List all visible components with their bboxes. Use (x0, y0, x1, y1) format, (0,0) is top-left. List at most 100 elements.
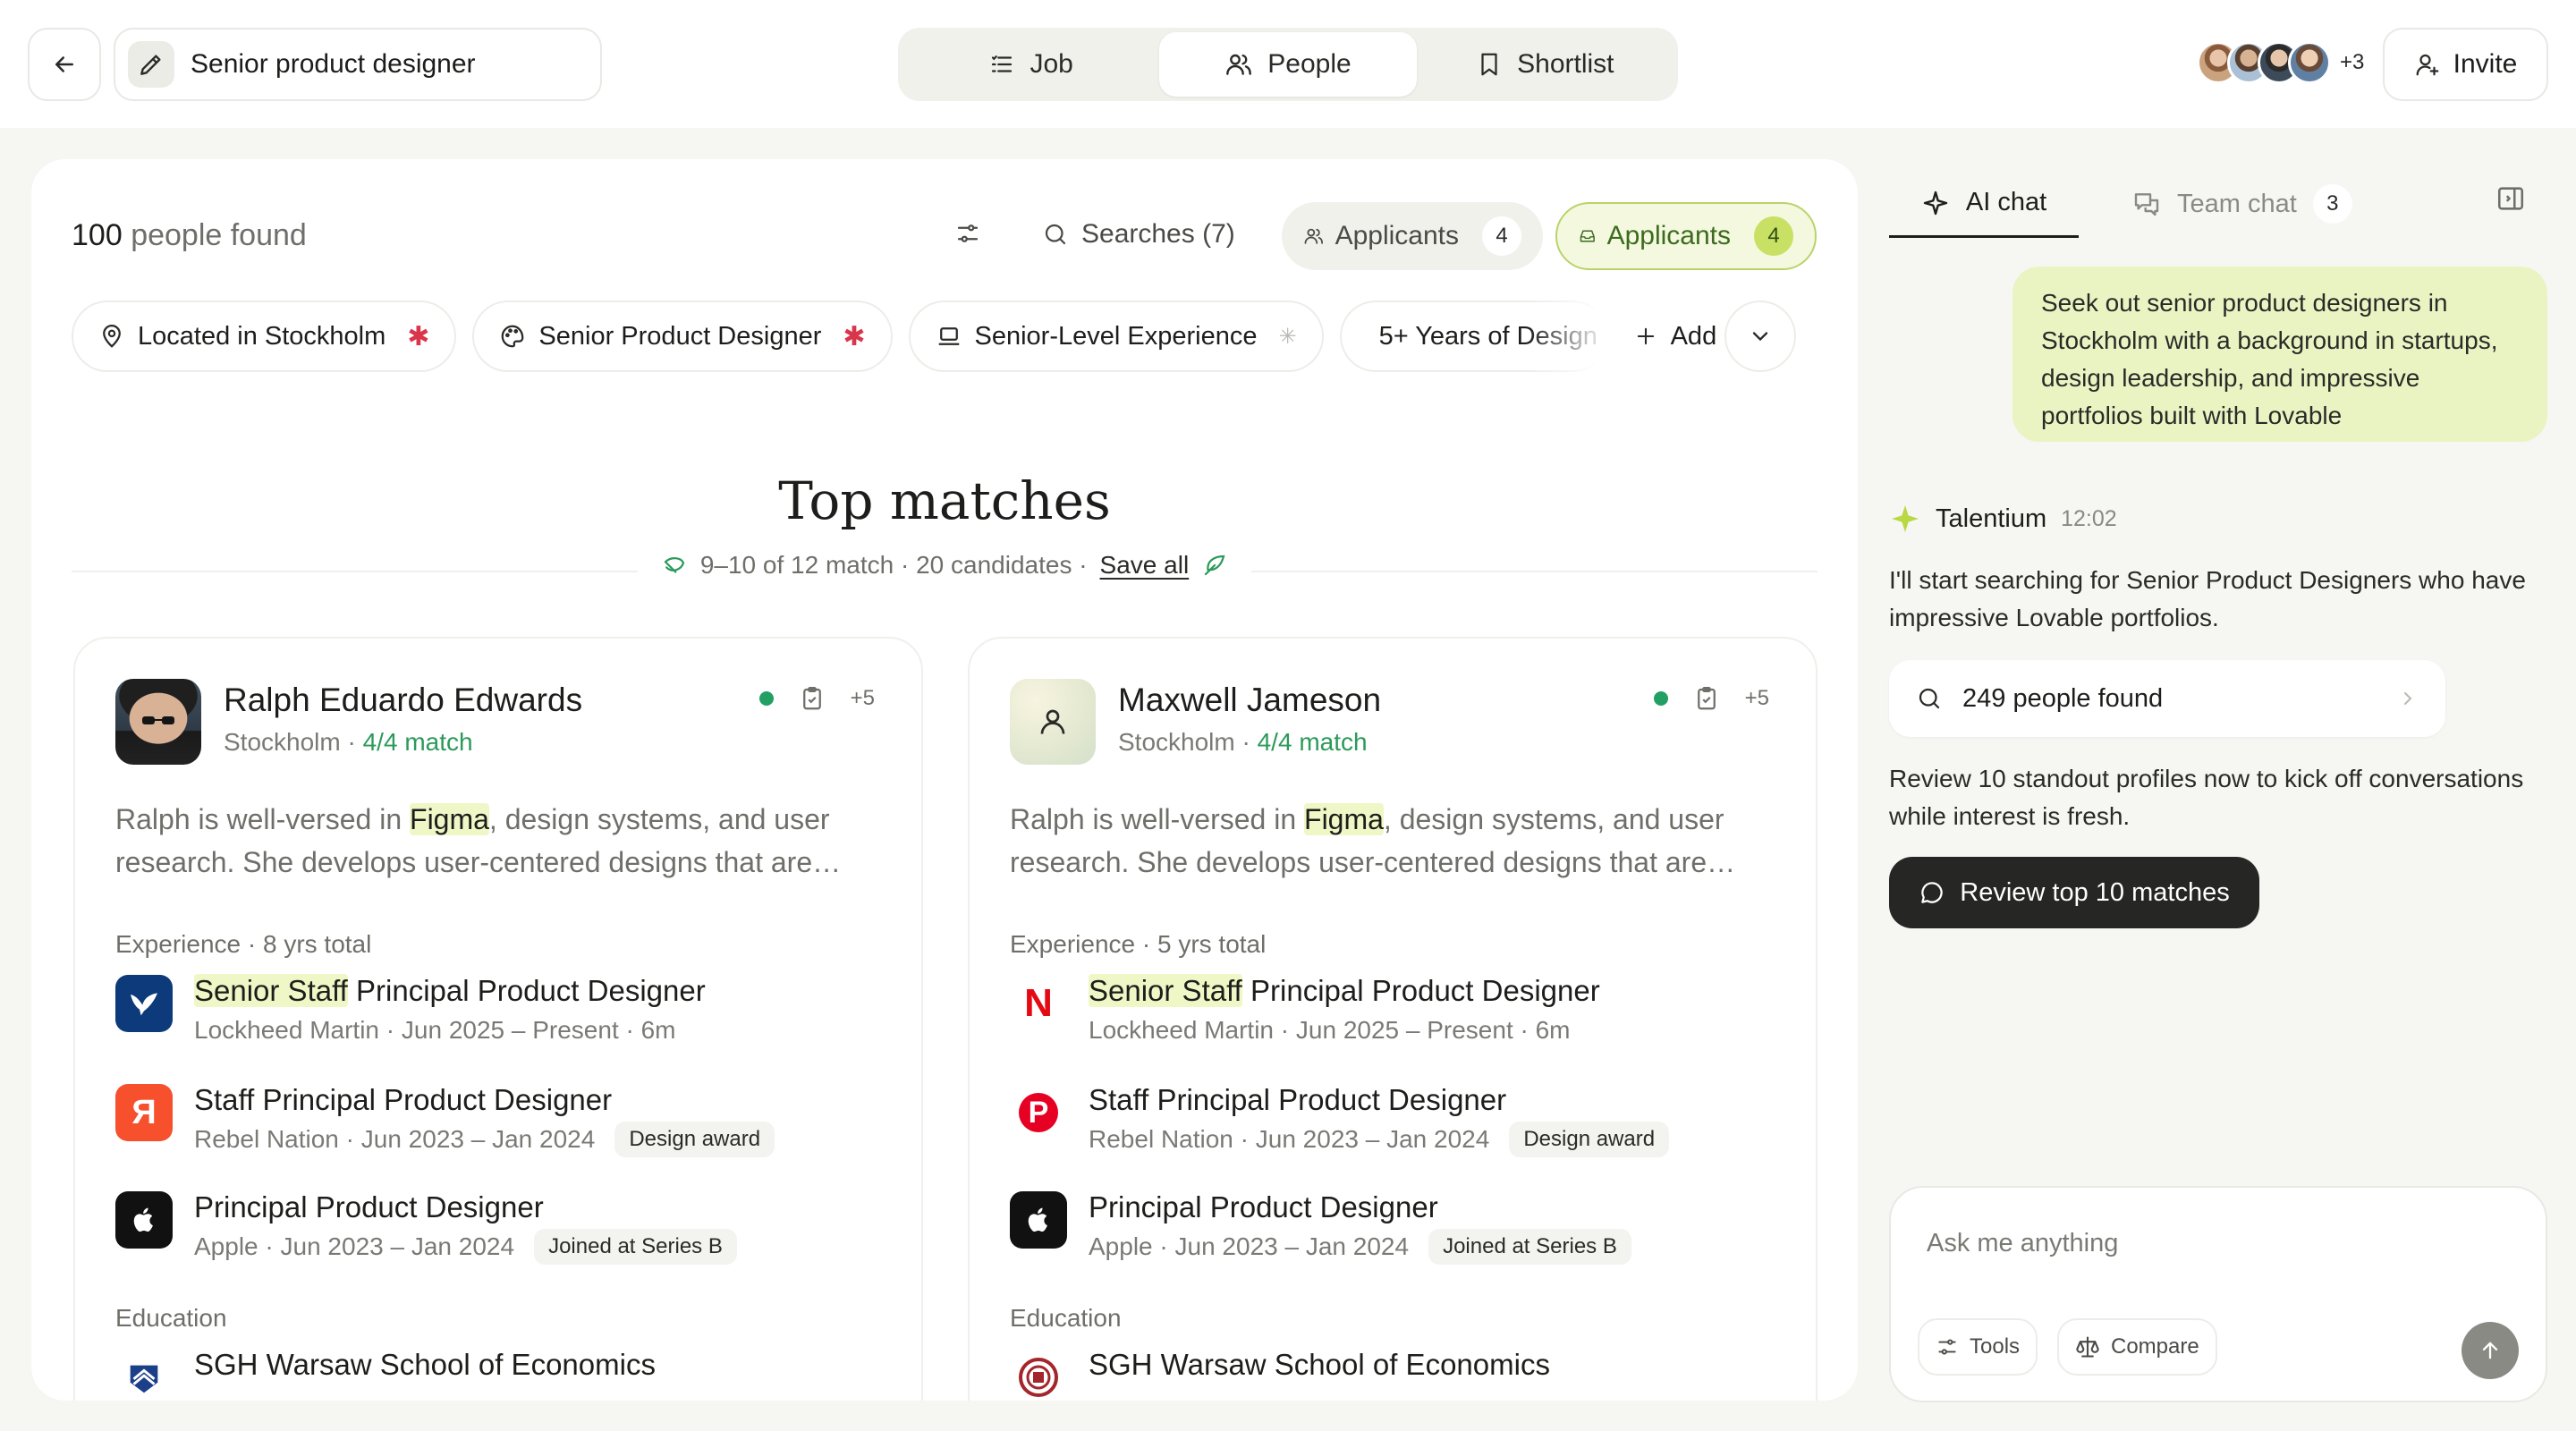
sliders-icon (1938, 1339, 1956, 1355)
invite-label: Invite (2453, 49, 2518, 79)
plus-icon (1637, 327, 1654, 345)
searches-label: Searches (7) (1081, 219, 1235, 249)
experience-title: Principal Product Designer (1089, 1190, 1438, 1224)
main-tabs: Job People Shortlist (898, 28, 1678, 101)
candidate-photo (115, 679, 201, 765)
candidate-card[interactable]: Ralph Eduardo Edwards Stockholm · 4/4 ma… (73, 637, 923, 1401)
add-filter-button[interactable]: Add (1624, 301, 1726, 372)
tools-button[interactable]: Tools (1918, 1318, 2038, 1376)
applicants-count: 4 (1482, 216, 1521, 256)
tab-team-chat-label: Team chat (2177, 189, 2297, 218)
bot-message-2: Review 10 standout profiles now to kick … (1889, 765, 2524, 830)
optional-icon: ✳ (1278, 324, 1297, 349)
leaf-icon (664, 557, 685, 573)
collapse-panel-button[interactable] (2496, 183, 2526, 221)
chip-seniority[interactable]: Senior-Level Experience ✳ (908, 301, 1324, 372)
education-item: SGH Warsaw School of Economics (115, 1345, 656, 1401)
clipboard-icon[interactable] (799, 685, 826, 712)
experience-tag: Joined at Series B (534, 1229, 737, 1265)
tab-job[interactable]: Job (902, 32, 1159, 97)
chat-bubble-icon (1921, 882, 1943, 903)
filter-chips: Located in Stockholm ✱ Senior Product De… (72, 301, 1725, 372)
invite-button[interactable]: Invite (2383, 28, 2548, 101)
online-status-dot (758, 691, 774, 706)
tab-team-chat[interactable]: Team chat 3 (2132, 170, 2352, 238)
applicants-inbox-button[interactable]: Applicants 4 (1555, 202, 1817, 270)
bot-name: Talentium (1936, 504, 2047, 533)
avatars-more-count: +3 (2340, 50, 2365, 74)
matches-meta-text: 9–10 of 12 match · 20 candidates · (699, 551, 1088, 579)
candidate-name[interactable]: Ralph Eduardo Edwards (224, 682, 582, 719)
expand-filters-button[interactable] (1724, 301, 1796, 372)
tab-people[interactable]: People (1159, 32, 1417, 97)
experience-header: Experience · 5 yrs total (1010, 930, 1267, 958)
chip-role-label: Senior Product Designer (538, 321, 822, 351)
compare-label: Compare (2111, 1334, 2199, 1359)
experience-item: P Staff Principal Product Designer Rebel… (1010, 1080, 1670, 1159)
back-button[interactable] (28, 28, 101, 101)
people-icon (1226, 54, 1252, 75)
experience-item: Senior Staff Principal Product Designer … (115, 971, 706, 1050)
apple-logo-icon (115, 1191, 173, 1249)
education-item: SGH Warsaw School of Economics (1010, 1345, 1550, 1401)
chat-composer[interactable]: Ask me anything Tools Compare (1889, 1186, 2547, 1402)
searches-button[interactable]: Searches (7) (1042, 207, 1235, 261)
bot-timestamp: 12:02 (2061, 505, 2117, 531)
candidate-city: Stockholm (1118, 728, 1235, 756)
review-matches-button[interactable]: Review top 10 matches (1889, 857, 2259, 928)
more-count[interactable]: +5 (1745, 686, 1769, 711)
chip-role[interactable]: Senior Product Designer ✱ (472, 301, 893, 372)
pinterest-logo-icon: P (1010, 1084, 1067, 1141)
school-logo-icon (1010, 1349, 1067, 1401)
tab-shortlist[interactable]: Shortlist (1417, 32, 1674, 97)
applicants-label: Applicants (1335, 221, 1459, 250)
experience-title: Staff Principal Product Designer (1089, 1083, 1507, 1116)
review-matches-label: Review top 10 matches (1960, 877, 2230, 907)
experience-title-highlight: Senior Staff (194, 974, 348, 1007)
clipboard-icon[interactable] (1693, 685, 1720, 712)
results-count: 100 people found (72, 218, 307, 253)
experience-item: N Senior Staff Principal Product Designe… (1010, 971, 1600, 1050)
experience-meta: Lockheed Martin · Jun 2025 – Present · 6… (194, 1016, 676, 1044)
experience-meta: Rebel Nation · Jun 2023 – Jan 2024 (1089, 1125, 1490, 1153)
inbox-icon (1580, 230, 1595, 242)
more-count[interactable]: +5 (851, 686, 875, 711)
leaf-icon (1205, 555, 1225, 576)
matches-meta: 9–10 of 12 match · 20 candidates · Save … (31, 551, 1858, 580)
job-selector[interactable]: Senior product designer (114, 28, 602, 101)
experience-tag: Design award (614, 1122, 775, 1157)
netflix-logo-icon: N (1024, 981, 1053, 1025)
palette-icon (502, 325, 524, 348)
save-all-link[interactable]: Save all (1100, 551, 1190, 580)
search-result-label: 249 people found (1962, 683, 2164, 713)
chevron-down-icon (1752, 332, 1768, 342)
chat-tabs: AI chat Team chat 3 (1889, 170, 2547, 238)
experience-header: Experience · 8 yrs total (115, 930, 372, 958)
experience-title-highlight: Senior Staff (1089, 974, 1242, 1007)
experience-tag: Design award (1509, 1122, 1670, 1157)
chat-input[interactable]: Ask me anything (1927, 1229, 2118, 1258)
candidate-name[interactable]: Maxwell Jameson (1118, 682, 1381, 719)
candidate-card[interactable]: Maxwell Jameson Stockholm · 4/4 match +5… (968, 637, 1818, 1401)
send-button[interactable] (2462, 1322, 2519, 1379)
team-chat-count: 3 (2312, 184, 2352, 224)
chip-experience[interactable]: 5+ Years of Design (1339, 301, 1608, 372)
card-actions: +5 (1653, 685, 1769, 712)
tab-shortlist-label: Shortlist (1517, 49, 1614, 79)
chip-location[interactable]: Located in Stockholm ✱ (72, 301, 457, 372)
filter-settings-button[interactable] (945, 211, 990, 256)
bookmark-icon (1481, 53, 1497, 76)
compare-button[interactable]: Compare (2057, 1318, 2217, 1376)
lockheed-logo-icon (115, 975, 173, 1032)
applicants-filter-button[interactable]: Applicants 4 (1282, 202, 1543, 270)
chat-bubbles-icon (2134, 193, 2159, 216)
section-title: Top matches (778, 470, 1111, 531)
school-logo-icon (115, 1349, 173, 1401)
tab-ai-chat[interactable]: AI chat (1889, 170, 2079, 238)
education-header: Education (115, 1304, 227, 1332)
chevron-right-icon (2404, 692, 2412, 705)
people-icon (1304, 228, 1324, 244)
experience-title: Principal Product Designer (347, 974, 706, 1007)
search-result-card[interactable]: 249 people found (1889, 660, 2445, 737)
team-avatars[interactable]: +3 (2197, 41, 2364, 84)
